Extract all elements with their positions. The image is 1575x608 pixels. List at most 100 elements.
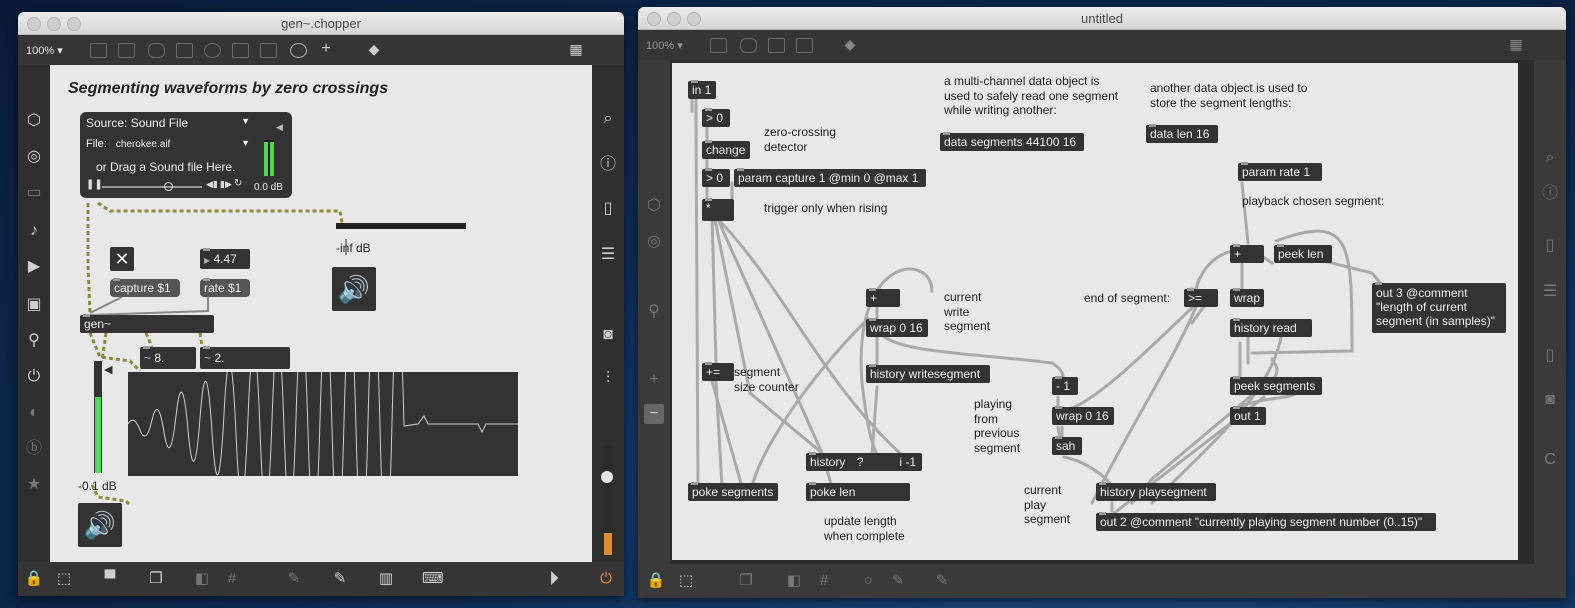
file-name[interactable]: cherokee.aif: [116, 139, 170, 150]
presentation-icon[interactable]: ▀: [100, 570, 120, 588]
transport-bar[interactable]: ❚❚ ◀▮ ▮▶ ↻: [86, 178, 246, 192]
paint-bucket-icon[interactable]: ◆: [840, 34, 860, 54]
file-row[interactable]: File: cherokee.aif ▼: [86, 138, 254, 152]
history-playsegment-object[interactable]: history playsegment: [1096, 482, 1216, 501]
camera-icon[interactable]: ◙: [1540, 390, 1560, 410]
slider-icon[interactable]: [232, 43, 249, 58]
in-1-object[interactable]: in 1: [688, 80, 716, 99]
gen-patch-canvas[interactable]: in 1 > 0 change > 0 param capture 1 @min…: [672, 63, 1518, 560]
image-icon[interactable]: ▣: [24, 295, 44, 315]
object-icon[interactable]: [118, 43, 135, 58]
history-object[interactable]: history ? i -1: [806, 452, 922, 471]
plug-icon[interactable]: ⏻: [24, 367, 44, 387]
grid-icon[interactable]: ▦: [566, 39, 586, 59]
paperclip-icon[interactable]: ⚲: [644, 302, 664, 322]
pause-icon[interactable]: ❚❚: [86, 179, 103, 190]
minus-icon[interactable]: −: [644, 404, 664, 424]
data-segments-object[interactable]: data segments 44100 16: [940, 132, 1084, 151]
history-read-object[interactable]: history read: [1230, 318, 1312, 337]
info-icon[interactable]: ⓘ: [1540, 184, 1560, 204]
poke-segments-object[interactable]: poke segments: [688, 482, 778, 501]
bpatcher-icon[interactable]: [768, 38, 785, 53]
book-icon[interactable]: ▯: [1540, 236, 1560, 256]
paint-bucket-icon[interactable]: ◆: [364, 39, 384, 59]
b-icon[interactable]: ⓑ: [24, 439, 44, 459]
master-meter[interactable]: [601, 445, 613, 555]
number-icon[interactable]: [260, 43, 277, 58]
plus-object-2[interactable]: +: [1230, 244, 1264, 263]
sound-file-player[interactable]: Source: Sound File ▼ File: cherokee.aif …: [80, 112, 292, 198]
out-3-object[interactable]: out 3 @comment "length of current segmen…: [1372, 282, 1506, 333]
gain-triangle-icon[interactable]: ◀: [104, 363, 112, 376]
waveform-scope[interactable]: [127, 301, 518, 547]
objects-cube-icon[interactable]: ⬡: [644, 196, 664, 216]
change-object[interactable]: change: [702, 140, 750, 159]
title-bar[interactable]: gen~.chopper: [18, 12, 624, 35]
play-icon[interactable]: ▮▶: [220, 179, 232, 190]
power-icon[interactable]: ⏻: [596, 570, 616, 588]
lock-icon[interactable]: 🔒: [24, 570, 44, 588]
grid-icon[interactable]: #: [222, 570, 242, 588]
capture-toggle[interactable]: ✕: [110, 247, 134, 271]
wrap-0-16-object[interactable]: wrap 0 16: [866, 318, 928, 337]
music-note-icon[interactable]: ♪: [24, 221, 44, 241]
accumulate-object[interactable]: +=: [702, 362, 734, 381]
objects-cube-icon[interactable]: ⬡: [24, 111, 44, 131]
mixer-icon[interactable]: ⫶: [598, 369, 618, 389]
minus-one-object[interactable]: - 1: [1052, 376, 1078, 395]
windows-icon[interactable]: ❐: [736, 572, 756, 590]
history-writesegment-object[interactable]: history writesegment: [866, 364, 990, 383]
grid-icon[interactable]: ▦: [1506, 34, 1526, 54]
gen-object[interactable]: gen~: [80, 314, 214, 333]
hammer-icon[interactable]: ✎: [888, 572, 908, 590]
multiply-object[interactable]: *: [702, 198, 734, 221]
speaker-icon-right[interactable]: 🔊: [332, 267, 376, 311]
rate-message[interactable]: rate $1: [200, 278, 250, 297]
list-icon[interactable]: ☰: [1540, 282, 1560, 302]
select-icon[interactable]: ⬚: [54, 570, 74, 588]
loop-icon[interactable]: ↻: [234, 178, 242, 189]
circle-icon[interactable]: ○: [858, 572, 878, 590]
mute-icon[interactable]: ◧: [192, 570, 212, 588]
c-icon[interactable]: C: [1540, 450, 1560, 470]
greater-equal-object[interactable]: >=: [1184, 288, 1218, 307]
codebox-icon[interactable]: [796, 38, 813, 53]
sah-object[interactable]: sah: [1052, 436, 1082, 455]
wrap-object[interactable]: wrap: [1230, 288, 1264, 307]
rewind-icon[interactable]: ◀▮: [206, 179, 218, 190]
peek-segments-object[interactable]: peek segments: [1230, 376, 1322, 395]
comment-icon[interactable]: [148, 43, 165, 58]
search-icon[interactable]: ⌕: [1540, 148, 1560, 168]
left-patch-canvas[interactable]: Segmenting waveforms by zero crossings S…: [50, 65, 592, 562]
toggle-icon[interactable]: [176, 43, 193, 58]
signal-number-1[interactable]: ~ 8.: [140, 346, 196, 369]
book-icon[interactable]: ▯: [598, 199, 618, 219]
mute-icon[interactable]: ◧: [784, 572, 804, 590]
media-icon[interactable]: ▶: [24, 257, 44, 277]
list-icon[interactable]: ☰: [598, 245, 618, 265]
param-rate-object[interactable]: param rate 1: [1238, 162, 1322, 181]
data-len-object[interactable]: data len 16: [1146, 124, 1218, 143]
rate-number-box[interactable]: ▶ 4.47: [200, 248, 250, 269]
lock-icon[interactable]: 🔒: [646, 572, 666, 590]
select-icon[interactable]: ⬚: [676, 572, 696, 590]
wrench-icon[interactable]: ✎: [330, 570, 350, 588]
greater-than-zero-object[interactable]: > 0: [702, 108, 730, 127]
debug-icon[interactable]: ✎: [284, 570, 304, 588]
info-icon[interactable]: ⓘ: [598, 155, 618, 175]
wrap-0-16-object-2[interactable]: wrap 0 16: [1052, 406, 1114, 425]
debug-icon[interactable]: ✎: [932, 572, 952, 590]
presentation-icon[interactable]: [90, 43, 107, 58]
poke-len-object[interactable]: poke len: [806, 482, 910, 501]
paperclip-icon[interactable]: ⚲: [24, 331, 44, 351]
audio-target-icon[interactable]: ◎: [644, 232, 664, 252]
comment-icon[interactable]: [740, 38, 757, 53]
volume-triangle-icon[interactable]: ◀: [276, 122, 283, 133]
piano-icon[interactable]: ▥: [376, 570, 396, 588]
greater-than-zero-object-2[interactable]: > 0: [702, 168, 730, 187]
slider-knob[interactable]: [164, 182, 173, 191]
grid-icon[interactable]: #: [814, 572, 834, 590]
button-icon[interactable]: [204, 43, 221, 58]
vst-icon[interactable]: ◐: [24, 403, 44, 423]
camera-icon[interactable]: ◙: [598, 325, 618, 345]
